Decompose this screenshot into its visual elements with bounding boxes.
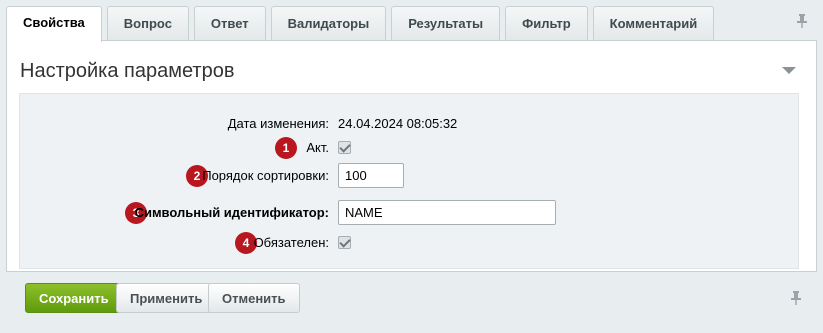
active-label: Акт. — [306, 140, 329, 155]
row-required: 4 Обязателен: — [20, 230, 798, 256]
sort-input[interactable]: 100 — [338, 163, 404, 188]
settings-form: Дата изменения: 24.04.2024 08:05:32 1 Ак… — [19, 93, 799, 269]
tab-results[interactable]: Результаты — [391, 6, 501, 40]
row-sort: 2 Порядок сортировки: 100 — [20, 163, 798, 189]
tab-validators[interactable]: Валидаторы — [270, 6, 387, 40]
required-label: Обязателен: — [253, 235, 329, 250]
pin-icon[interactable] — [791, 291, 801, 308]
cancel-button[interactable]: Отменить — [208, 283, 300, 313]
tab-bar: Свойства Вопрос Ответ Валидаторы Результ… — [6, 6, 719, 42]
tab-answer[interactable]: Ответ — [193, 6, 266, 40]
required-checkbox[interactable] — [338, 236, 351, 249]
section-title: Настройка параметров — [20, 60, 235, 82]
tab-properties[interactable]: Свойства — [6, 6, 102, 42]
tab-question[interactable]: Вопрос — [106, 6, 189, 40]
pin-icon[interactable] — [797, 14, 807, 31]
tab-filter[interactable]: Фильтр — [505, 6, 588, 40]
row-code: 3 Символьный идентификатор: NAME — [20, 200, 798, 226]
date-value: 24.04.2024 08:05:32 — [338, 116, 458, 131]
code-label: Символьный идентификатор: — [134, 205, 329, 220]
chevron-down-icon[interactable] — [782, 67, 796, 74]
active-checkbox[interactable] — [338, 141, 351, 154]
sort-label: Порядок сортировки: — [202, 168, 329, 183]
marker-badge: 1 — [275, 137, 297, 159]
save-button[interactable]: Сохранить — [25, 283, 123, 313]
properties-panel: Настройка параметров Дата изменения: 24.… — [6, 40, 817, 272]
date-label: Дата изменения: — [227, 116, 329, 131]
apply-button[interactable]: Применить — [116, 283, 217, 313]
row-date: Дата изменения: 24.04.2024 08:05:32 — [20, 111, 798, 137]
code-input[interactable]: NAME — [338, 200, 556, 225]
row-active: 1 Акт. — [20, 135, 798, 161]
section-header: Настройка параметров — [7, 41, 816, 85]
tab-comment[interactable]: Комментарий — [592, 6, 715, 40]
